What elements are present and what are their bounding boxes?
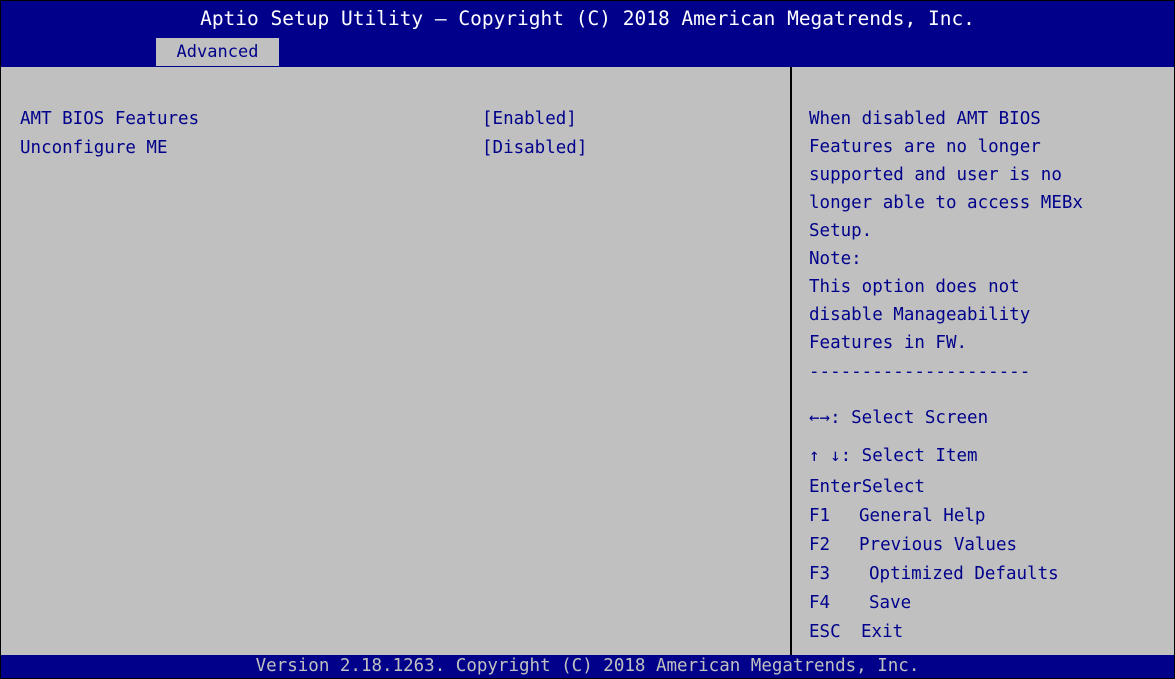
setting-label: AMT BIOS Features (20, 109, 200, 129)
key-name: F4 (809, 593, 831, 613)
bios-screen: Aptio Setup Utility – Copyright (C) 2018… (0, 0, 1175, 679)
key-hint-f4: F4 Save (809, 589, 911, 617)
key-action: Exit (861, 622, 904, 642)
key-action: General Help (859, 506, 986, 526)
header-bar: Aptio Setup Utility – Copyright (C) 2018… (1, 1, 1174, 67)
tab-advanced[interactable]: Advanced (156, 38, 279, 66)
help-text-line: Features are no longer (809, 137, 1041, 157)
setting-value[interactable]: [Enabled] (482, 104, 577, 134)
key-name: ESC (809, 622, 841, 642)
key-action: Select (861, 477, 925, 497)
key-hint-select-item: ↑ ↓: Select Item (809, 442, 978, 470)
help-text-line: Note: (809, 249, 862, 269)
settings-pane: AMT BIOS Features [Enabled] Unconfigure … (1, 67, 790, 655)
key-name: F2 (809, 535, 831, 555)
header-title: Aptio Setup Utility – Copyright (C) 2018… (200, 7, 975, 30)
key-name: F1 (809, 506, 831, 526)
help-text-line: disable Manageability (809, 305, 1031, 325)
key-name: Enter (809, 477, 862, 497)
help-text-line: This option does not (809, 277, 1020, 297)
help-text-line: Setup. (809, 221, 873, 241)
key-action: : Select Item (840, 446, 978, 466)
key-name: F3 (809, 564, 831, 584)
setting-unconfigure-me[interactable]: Unconfigure ME [Disabled] (1, 133, 790, 163)
help-separator: --------------------- (809, 362, 1031, 382)
help-text-line: longer able to access MEBx (809, 193, 1083, 213)
footer-version: Version 2.18.1263. Copyright (C) 2018 Am… (1, 655, 1174, 678)
key-hint-f1: F1 General Help (809, 502, 985, 530)
help-text-line: Features in FW. (809, 333, 968, 353)
help-text-line: supported and user is no (809, 165, 1062, 185)
arrow-up-down-icon: ↑ ↓ (809, 446, 841, 466)
key-action: : Select Screen (830, 408, 989, 428)
setting-amt-bios-features[interactable]: AMT BIOS Features [Enabled] (1, 104, 790, 134)
arrow-left-right-icon: ←→ (809, 408, 831, 428)
key-hint-esc: ESC Exit (809, 618, 903, 646)
key-hint-f3: F3 Optimized Defaults (809, 560, 1059, 588)
setting-value[interactable]: [Disabled] (482, 133, 587, 163)
key-hint-f2: F2 Previous Values (809, 531, 1017, 559)
key-action: Save (869, 593, 912, 613)
key-hint-enter: EnterSelect (809, 473, 925, 501)
help-pane: When disabled AMT BIOS Features are no l… (792, 67, 1174, 655)
key-action: Previous Values (859, 535, 1018, 555)
key-action: Optimized Defaults (869, 564, 1059, 584)
help-text-line: When disabled AMT BIOS (809, 109, 1041, 129)
key-hint-select-screen: ←→: Select Screen (809, 404, 988, 432)
setting-label: Unconfigure ME (20, 138, 168, 158)
